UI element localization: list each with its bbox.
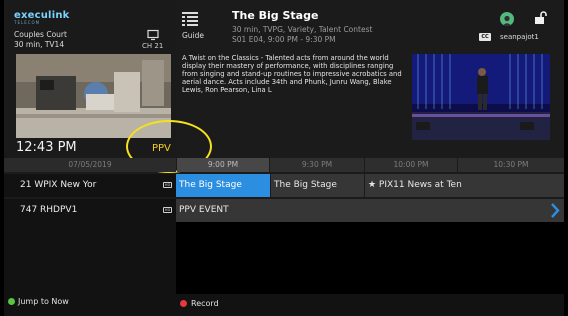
unlock-icon[interactable] bbox=[534, 11, 547, 25]
program-preview-image bbox=[412, 54, 550, 140]
channel-row: 21 WPIX New Yor HD The Big Stage The Big… bbox=[4, 174, 564, 197]
hd-badge: HD bbox=[163, 207, 172, 213]
current-program-meta: 30 min, TV14 bbox=[14, 40, 65, 49]
current-time: 12:43 PM bbox=[16, 140, 77, 155]
channel-name-cell[interactable]: 21 WPIX New Yor HD bbox=[4, 174, 176, 197]
guide-date: 07/05/2019 bbox=[4, 158, 176, 172]
time-slot: 10:00 PM bbox=[365, 158, 457, 172]
green-button-icon bbox=[8, 298, 15, 305]
closed-caption-badge[interactable]: CC bbox=[479, 33, 491, 41]
username: seanpajot1 bbox=[500, 33, 539, 41]
program-meta: 30 min, TVPG, Variety, Talent Contest bbox=[232, 25, 373, 34]
jump-to-now-button[interactable]: Jump to Now bbox=[18, 297, 69, 306]
program-cell-selected[interactable]: The Big Stage bbox=[176, 174, 270, 197]
tv-icon bbox=[147, 29, 159, 41]
channel-list-empty bbox=[4, 222, 176, 294]
program-title: The Big Stage bbox=[232, 9, 319, 22]
current-program-title: Couples Court bbox=[14, 30, 67, 39]
footer-bar: Jump to Now Record bbox=[4, 294, 564, 316]
timeline-header: 07/05/2019 9:00 PM 9:30 PM 10:00 PM 10:3… bbox=[4, 158, 564, 172]
current-channel-number: CH 21 bbox=[142, 42, 164, 50]
guide-label: Guide bbox=[182, 31, 205, 40]
avatar-icon[interactable] bbox=[500, 12, 514, 26]
red-button-icon bbox=[180, 300, 187, 307]
program-description: A Twist on the Classics - Talented acts … bbox=[182, 54, 402, 94]
time-slot: 9:30 PM bbox=[270, 158, 364, 172]
record-button[interactable]: Record bbox=[191, 299, 219, 308]
program-episode-time: S01 E04, 9:00 PM - 9:30 PM bbox=[232, 35, 336, 44]
channel-name: 21 WPIX New Yor bbox=[20, 180, 97, 190]
hd-badge: HD bbox=[163, 182, 172, 188]
time-slot: 10:30 PM bbox=[458, 158, 564, 172]
brand-tagline: TELECOM bbox=[14, 20, 41, 25]
guide-grid-empty bbox=[176, 222, 564, 294]
guide-icon bbox=[182, 12, 198, 26]
chevron-right-icon[interactable] bbox=[550, 203, 560, 218]
channel-name: 747 RHDPV1 bbox=[20, 205, 78, 215]
time-slot: 9:00 PM bbox=[177, 158, 269, 172]
tv-guide-screen: execulink TELECOM Couples Court 30 min, … bbox=[4, 0, 564, 316]
channel-name-cell[interactable]: 747 RHDPV1 HD bbox=[4, 199, 176, 222]
program-cell[interactable]: The Big Stage bbox=[271, 174, 364, 197]
program-cell[interactable]: ★ PIX11 News at Ten bbox=[365, 174, 564, 197]
program-cell[interactable]: PPV EVENT bbox=[176, 199, 564, 222]
channel-row: 747 RHDPV1 HD PPV EVENT bbox=[4, 199, 564, 222]
